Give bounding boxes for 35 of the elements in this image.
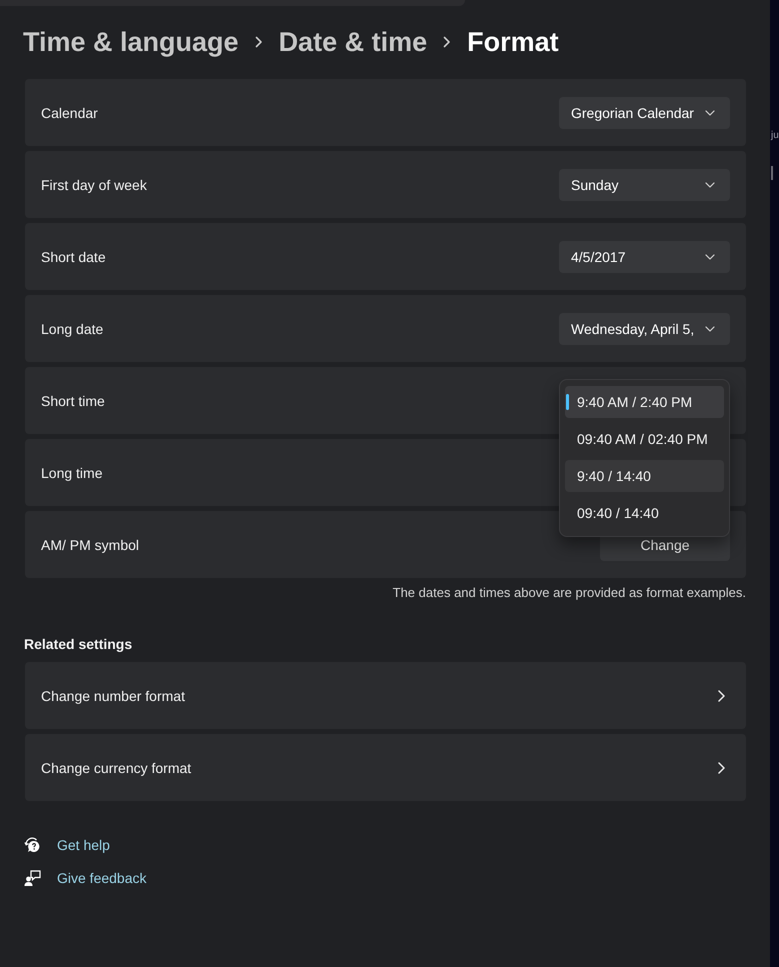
chevron-down-icon <box>705 110 715 116</box>
person-speech-bubble-icon <box>24 870 41 886</box>
breadcrumb-item[interactable]: Time & language <box>23 25 239 59</box>
dropdown[interactable]: 4/5/2017 <box>559 240 730 272</box>
chevron-right-icon <box>443 36 452 48</box>
dropdown[interactable]: Gregorian Calendar <box>559 96 730 128</box>
settings-link-card[interactable]: Change number format <box>25 662 746 729</box>
menu-item[interactable]: 09:40 AM / 02:40 PM <box>565 423 724 455</box>
setting-label: Short date <box>41 248 106 264</box>
help-bubble-icon <box>24 837 41 853</box>
dropdown[interactable]: Sunday <box>559 168 730 200</box>
menu-item[interactable]: 9:40 / 14:40 <box>565 460 724 492</box>
help-link[interactable]: Get help <box>57 837 110 853</box>
breadcrumb-item[interactable]: Format <box>467 25 559 59</box>
dropdown[interactable]: Wednesday, April 5, <box>559 312 730 344</box>
help-link[interactable]: Give feedback <box>57 870 146 886</box>
menu-item[interactable]: 9:40 AM / 2:40 PM <box>565 386 724 418</box>
setting-label: Calendar <box>41 104 98 120</box>
window-text-fragment: ju <box>771 129 779 143</box>
chevron-down-icon <box>705 182 715 188</box>
menu-item[interactable]: 09:40 / 14:40 <box>565 497 724 529</box>
chevron-down-icon <box>705 254 715 260</box>
breadcrumb-item[interactable]: Date & time <box>278 25 428 59</box>
setting-label: Long time <box>41 464 102 480</box>
setting-label: First day of week <box>41 176 147 192</box>
setting-label: Short time <box>41 392 105 408</box>
format-note: The dates and times above are provided as format examples. <box>392 585 746 601</box>
chevron-right-icon <box>254 36 263 48</box>
chevron-down-icon <box>705 326 715 332</box>
setting-label: Long date <box>41 320 104 336</box>
section-heading: Related settings <box>24 636 134 652</box>
chevron-right-icon <box>718 690 725 702</box>
setting-label: AM/ PM symbol <box>41 536 140 552</box>
settings-link-card[interactable]: Change currency format <box>25 734 746 801</box>
chevron-right-icon <box>718 762 725 774</box>
